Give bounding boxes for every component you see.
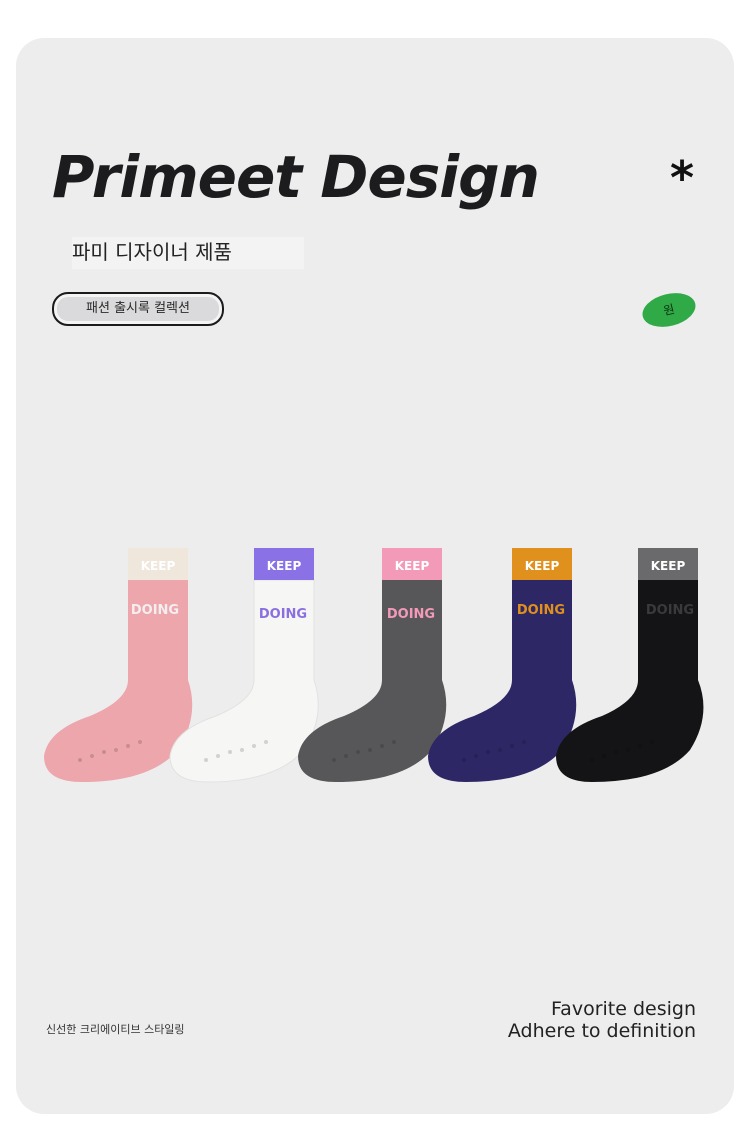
sock-3-keep: KEEP [395, 559, 430, 573]
sock-2-doing: DOING [259, 607, 307, 622]
sock-3-doing: DOING [387, 607, 435, 622]
sock-1: KEEP DOING [44, 548, 193, 782]
footer-tagline: Favorite design Adhere to definition [508, 998, 696, 1042]
sock-4-doing: DOING [517, 603, 565, 618]
page-title: Primeet Design [52, 143, 540, 211]
sock-5-keep: KEEP [651, 559, 686, 573]
tagline-line-2: Adhere to definition [507, 1020, 696, 1042]
sock-2: KEEP DOING [169, 548, 319, 783]
footer-korean-caption: 신선한 크리에이티브 스타일링 [46, 1023, 185, 1036]
sock-4: KEEP DOING [428, 548, 577, 782]
collection-pill: 패션 출시록 컬렉션 [52, 292, 224, 326]
subtitle: 파미 디자이너 제품 [72, 237, 304, 269]
sock-3: KEEP DOING [298, 548, 447, 782]
sock-4-keep: KEEP [525, 559, 560, 573]
sock-1-keep: KEEP [141, 559, 176, 573]
sock-5: KEEP DOING [556, 548, 704, 782]
sock-5-doing: DOING [646, 603, 694, 618]
socks-illustration: KEEP DOING KEEP DOING KEEP DOING KEEP DO… [44, 548, 704, 783]
sock-2-keep: KEEP [267, 559, 302, 573]
asterisk-icon: * [670, 151, 695, 205]
tagline-line-1: Favorite design [551, 998, 696, 1020]
sock-1-doing: DOING [131, 603, 179, 618]
